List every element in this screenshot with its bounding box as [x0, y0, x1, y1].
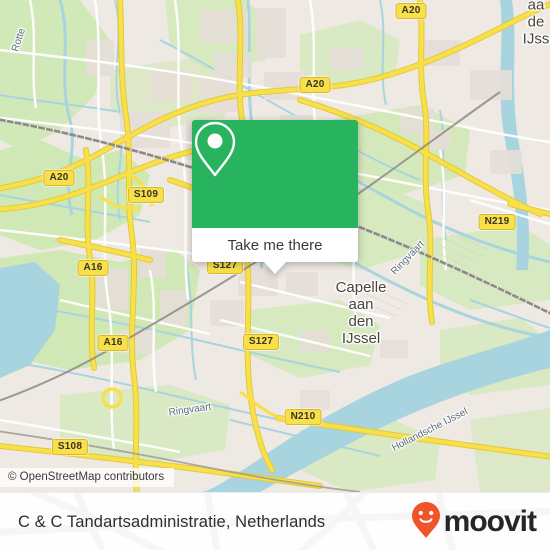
popup-header — [192, 120, 358, 228]
map-canvas[interactable]: A20 A20 A20 S109 A16 A16 S108 S127 S127 … — [0, 0, 550, 492]
moovit-wordmark: moovit — [443, 505, 537, 538]
moovit-logo[interactable]: moovit — [411, 501, 537, 544]
place-title: C & C Tandartsadministratie, Netherlands — [18, 512, 326, 531]
take-me-there-label: Take me there — [227, 236, 323, 254]
road-shield: S108 — [51, 439, 89, 455]
road-shield: A16 — [77, 260, 109, 276]
road-shield: A16 — [97, 335, 129, 351]
osm-attribution[interactable]: © OpenStreetMap contributors — [0, 468, 175, 487]
road-shield: S127 — [242, 334, 280, 350]
road-shield: A20 — [299, 77, 331, 93]
popup-tail — [264, 262, 286, 274]
take-me-there-button[interactable]: Take me there — [192, 228, 358, 262]
road-shield: A20 — [43, 170, 75, 186]
map-screenshot: A20 A20 A20 S109 A16 A16 S108 S127 S127 … — [0, 0, 550, 550]
osm-attribution-text: © OpenStreetMap contributors — [8, 471, 165, 483]
road-shield: A20 — [395, 3, 427, 19]
road-shield: N219 — [478, 214, 516, 230]
road-shield: S109 — [127, 187, 165, 203]
moovit-pin-smile-icon — [411, 501, 441, 544]
place-popup-card[interactable]: Take me there — [192, 120, 358, 274]
road-shield: N210 — [284, 409, 322, 425]
footer-bar: C & C Tandartsadministratie, Netherlands… — [0, 492, 550, 550]
